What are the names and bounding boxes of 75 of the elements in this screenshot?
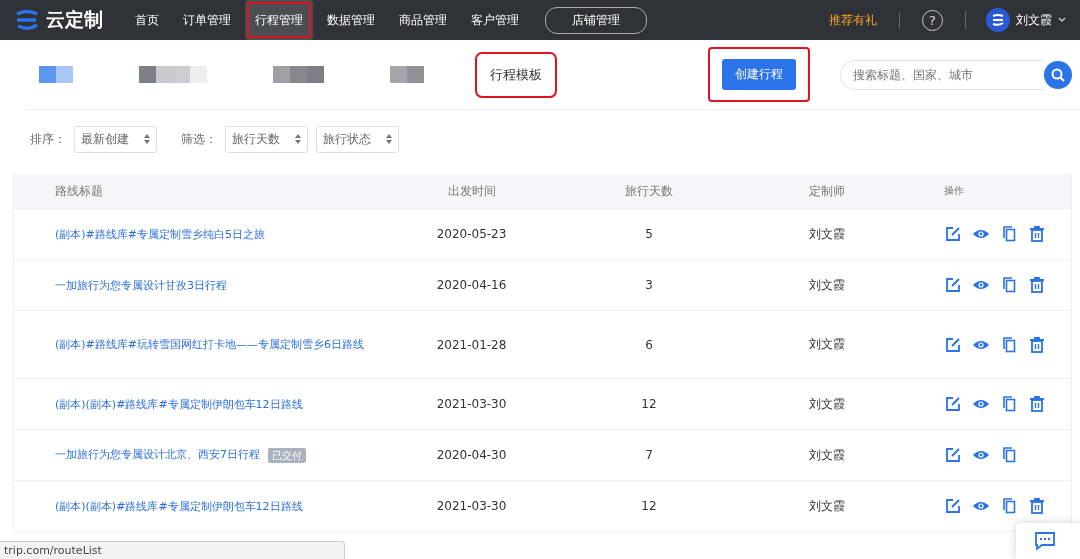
edit-icon[interactable] xyxy=(944,446,962,464)
trash-icon[interactable] xyxy=(1028,497,1046,515)
copy-icon[interactable] xyxy=(1000,497,1018,515)
table-cell-text: 刘文霞 xyxy=(807,276,846,294)
tab[interactable]: 行程模板 xyxy=(477,53,555,96)
table-cell-text: 12 xyxy=(640,397,658,411)
table-cell-text: 5 xyxy=(644,227,654,241)
table-cell-text: 刘文霞 xyxy=(807,446,846,464)
nav-item[interactable]: 客户管理 xyxy=(461,0,529,40)
trash-icon[interactable] xyxy=(1028,335,1046,354)
table-cell-text: 7 xyxy=(644,448,654,462)
status-tag: 已交付 xyxy=(268,447,306,463)
search-button[interactable] xyxy=(1044,60,1072,89)
nav-item[interactable]: 数据管理 xyxy=(317,0,385,40)
copy-icon[interactable] xyxy=(1000,395,1018,413)
nav-button[interactable]: 店铺管理 xyxy=(545,6,647,34)
table-cell-text: 12 xyxy=(640,499,658,513)
logo-text: 云定制 xyxy=(46,7,103,32)
copy-icon[interactable] xyxy=(1000,335,1018,354)
trash-icon[interactable] xyxy=(1028,395,1046,413)
select-field[interactable]: 旅行天数 xyxy=(225,125,308,153)
filter-label: 排序： xyxy=(30,130,66,148)
edit-icon[interactable] xyxy=(944,276,962,294)
trash-icon[interactable] xyxy=(1028,276,1046,294)
select-field[interactable]: 旅行状态 xyxy=(316,125,399,153)
search-field[interactable]: 搜索标题、国家、城市 xyxy=(840,59,1044,90)
status-url: trip.com/routeList xyxy=(0,541,345,559)
column-header: 旅行天数 xyxy=(624,182,674,200)
route-title-link[interactable]: (副本)#路线库#玩转雪国网红打卡地——专属定制雪乡6日路线 xyxy=(14,335,394,354)
nav-item[interactable]: 订单管理 xyxy=(173,0,241,40)
copy-icon[interactable] xyxy=(1000,276,1018,294)
table-cell-text: 2020-04-16 xyxy=(435,278,508,292)
chat-icon[interactable] xyxy=(1034,531,1056,551)
table-cell-text: 2021-03-30 xyxy=(435,397,508,411)
logo-icon xyxy=(14,9,40,31)
table-cell-text: 3 xyxy=(644,278,654,292)
user-name[interactable]: 刘文霞 xyxy=(1016,11,1052,29)
copy-icon[interactable] xyxy=(1000,225,1018,243)
table-cell-text: 2021-01-28 xyxy=(435,337,508,352)
select-field[interactable]: 最新创建 xyxy=(74,125,157,153)
sort-arrows-icon xyxy=(295,134,301,144)
search-icon xyxy=(1051,67,1065,82)
table-cell-text: 6 xyxy=(644,337,654,352)
nav-item[interactable]: 商品管理 xyxy=(389,0,457,40)
caret-icon[interactable] xyxy=(1058,17,1066,23)
table-cell-text: 2020-05-23 xyxy=(435,227,508,241)
route-title-link[interactable]: (副本)(副本)#路线库#专属定制伊朗包车12日路线 xyxy=(14,394,394,414)
table-cell-text: 2020-04-30 xyxy=(435,448,508,462)
table-cell-text: 刘文霞 xyxy=(807,497,846,515)
column-header: 定制师 xyxy=(807,182,846,200)
table-cell-text: 刘文霞 xyxy=(807,395,846,413)
route-title-link[interactable]: (副本)(副本)#路线库#专属定制伊朗包车12日路线 xyxy=(14,496,394,516)
nav-item[interactable]: 首页 xyxy=(125,0,169,40)
column-header: 出发时间 xyxy=(446,182,497,200)
column-header: 路线标题 xyxy=(54,182,104,200)
promo-link[interactable]: 推荐有礼 xyxy=(829,11,900,29)
route-title-link[interactable]: 一加旅行为您专属设计北京、西安7日行程 xyxy=(55,448,260,462)
avatar-icon xyxy=(986,8,1010,32)
table-cell-text: 刘文霞 xyxy=(807,225,846,243)
column-header: 操作 xyxy=(943,184,965,198)
table-cell-text: 2021-03-30 xyxy=(435,499,508,513)
copy-icon[interactable] xyxy=(1000,446,1018,464)
table-cell-text: 刘文霞 xyxy=(807,336,846,353)
sort-arrows-icon xyxy=(386,134,392,144)
sort-arrows-icon xyxy=(144,134,150,144)
edit-icon[interactable] xyxy=(944,395,962,413)
route-title-link[interactable]: (副本)#路线库#专属定制雪乡纯白5日之旅 xyxy=(14,224,394,244)
trash-icon[interactable] xyxy=(1028,225,1046,243)
edit-icon[interactable] xyxy=(944,497,962,515)
filter-label: 筛选： xyxy=(181,130,217,148)
edit-icon[interactable] xyxy=(944,225,962,243)
nav-item[interactable]: 行程管理 xyxy=(245,0,313,40)
create-button[interactable]: 创建行程 xyxy=(722,59,796,90)
route-title-link[interactable]: 一加旅行为您专属设计甘孜3日行程 xyxy=(14,275,394,295)
edit-icon[interactable] xyxy=(944,335,962,354)
